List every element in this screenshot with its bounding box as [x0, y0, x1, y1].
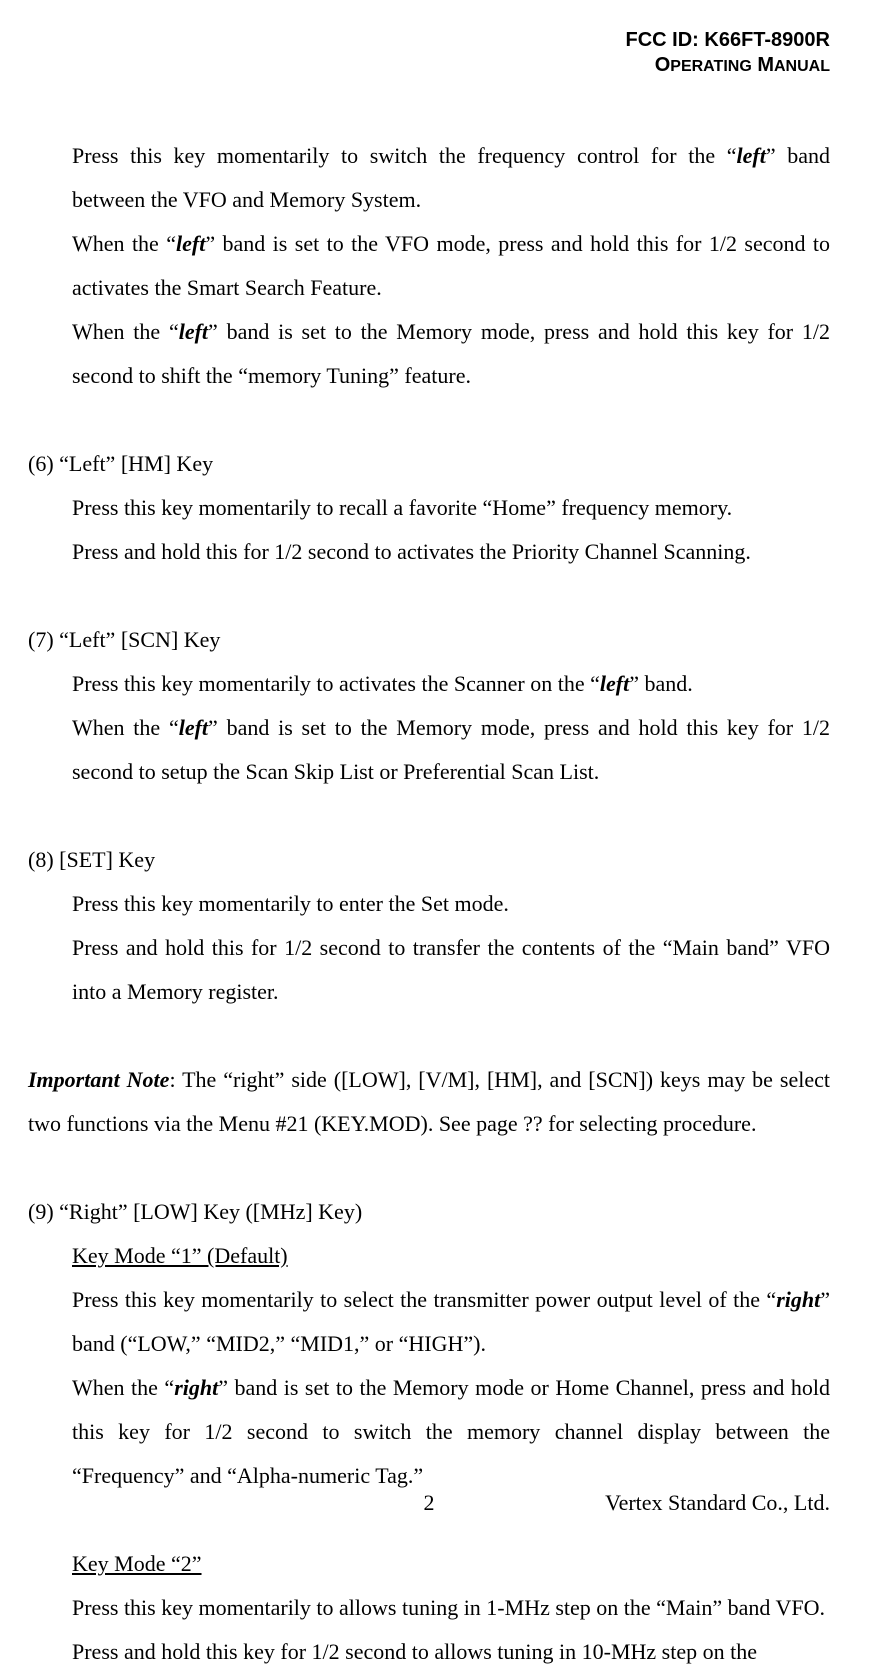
para: Important Note: The “right” side ([LOW],…: [28, 1058, 830, 1146]
para: When the “left” band is set to the Memor…: [28, 310, 830, 398]
para: Press this key momentarily to recall a f…: [28, 486, 830, 530]
page: FCC ID: K66FT-8900R OPERATING MANUAL Pre…: [0, 0, 886, 1556]
manual-m: M: [757, 54, 774, 76]
emph-right: right: [776, 1287, 820, 1312]
para: Press this key momentarily to switch the…: [28, 134, 830, 222]
emph-left: left: [179, 715, 208, 740]
text: ” band.: [629, 671, 693, 696]
para: Press this key momentarily to activates …: [28, 662, 830, 706]
manual-anual: ANUAL: [774, 58, 830, 75]
text: When the “: [72, 319, 179, 344]
footer-company: Vertex Standard Co., Ltd.: [605, 1490, 830, 1516]
important-note: Important Note: The “right” side ([LOW],…: [28, 1058, 830, 1146]
text: Press this key momentarily to select the…: [72, 1287, 776, 1312]
emph-left: left: [179, 319, 208, 344]
header: FCC ID: K66FT-8900R OPERATING MANUAL: [28, 28, 830, 78]
text: Press this key momentarily to activates …: [72, 671, 600, 696]
para: When the “left” band is set to the VFO m…: [28, 222, 830, 310]
underline: Key Mode “2”: [72, 1551, 202, 1576]
emph-right: right: [174, 1375, 218, 1400]
key-mode-2: Key Mode “2”: [28, 1542, 830, 1586]
manual-o: O: [655, 54, 671, 76]
section-8: (8) [SET] Key Press this key momentarily…: [28, 838, 830, 1014]
section-6: (6) “Left” [HM] Key Press this key momen…: [28, 442, 830, 574]
note-label: Important Note: [28, 1067, 169, 1092]
text: When the “: [72, 231, 176, 256]
emph-left: left: [737, 143, 766, 168]
section-title: (9) “Right” [LOW] Key ([MHz] Key): [28, 1190, 830, 1234]
para: Press and hold this for 1/2 second to ac…: [28, 530, 830, 574]
emph-left: left: [600, 671, 629, 696]
section-9: (9) “Right” [LOW] Key ([MHz] Key) Key Mo…: [28, 1190, 830, 1674]
para: Press this key momentarily to allows tun…: [28, 1586, 830, 1630]
section-continued: Press this key momentarily to switch the…: [28, 134, 830, 398]
para: Press and hold this key for 1/2 second t…: [28, 1630, 830, 1674]
body: Press this key momentarily to switch the…: [28, 134, 830, 1674]
para: Press and hold this for 1/2 second to tr…: [28, 926, 830, 1014]
para: When the “right” band is set to the Memo…: [28, 1366, 830, 1498]
para: When the “left” band is set to the Memor…: [28, 706, 830, 794]
key-mode-1: Key Mode “1” (Default): [28, 1234, 830, 1278]
fcc-id: FCC ID: K66FT-8900R: [28, 28, 830, 53]
section-title: (7) “Left” [SCN] Key: [28, 618, 830, 662]
footer: 2 Vertex Standard Co., Ltd.: [0, 1490, 886, 1516]
section-title: (6) “Left” [HM] Key: [28, 442, 830, 486]
manual-perating: PERATING: [670, 58, 751, 75]
text: Press this key momentarily to switch the…: [72, 143, 737, 168]
para: Press this key momentarily to enter the …: [28, 882, 830, 926]
text: When the “: [72, 1375, 174, 1400]
section-7: (7) “Left” [SCN] Key Press this key mome…: [28, 618, 830, 794]
para: Press this key momentarily to select the…: [28, 1278, 830, 1366]
section-title: (8) [SET] Key: [28, 838, 830, 882]
text: When the “: [72, 715, 179, 740]
underline: Key Mode “1” (Default): [72, 1243, 288, 1268]
emph-left: left: [176, 231, 205, 256]
manual-title: OPERATING MANUAL: [28, 53, 830, 78]
